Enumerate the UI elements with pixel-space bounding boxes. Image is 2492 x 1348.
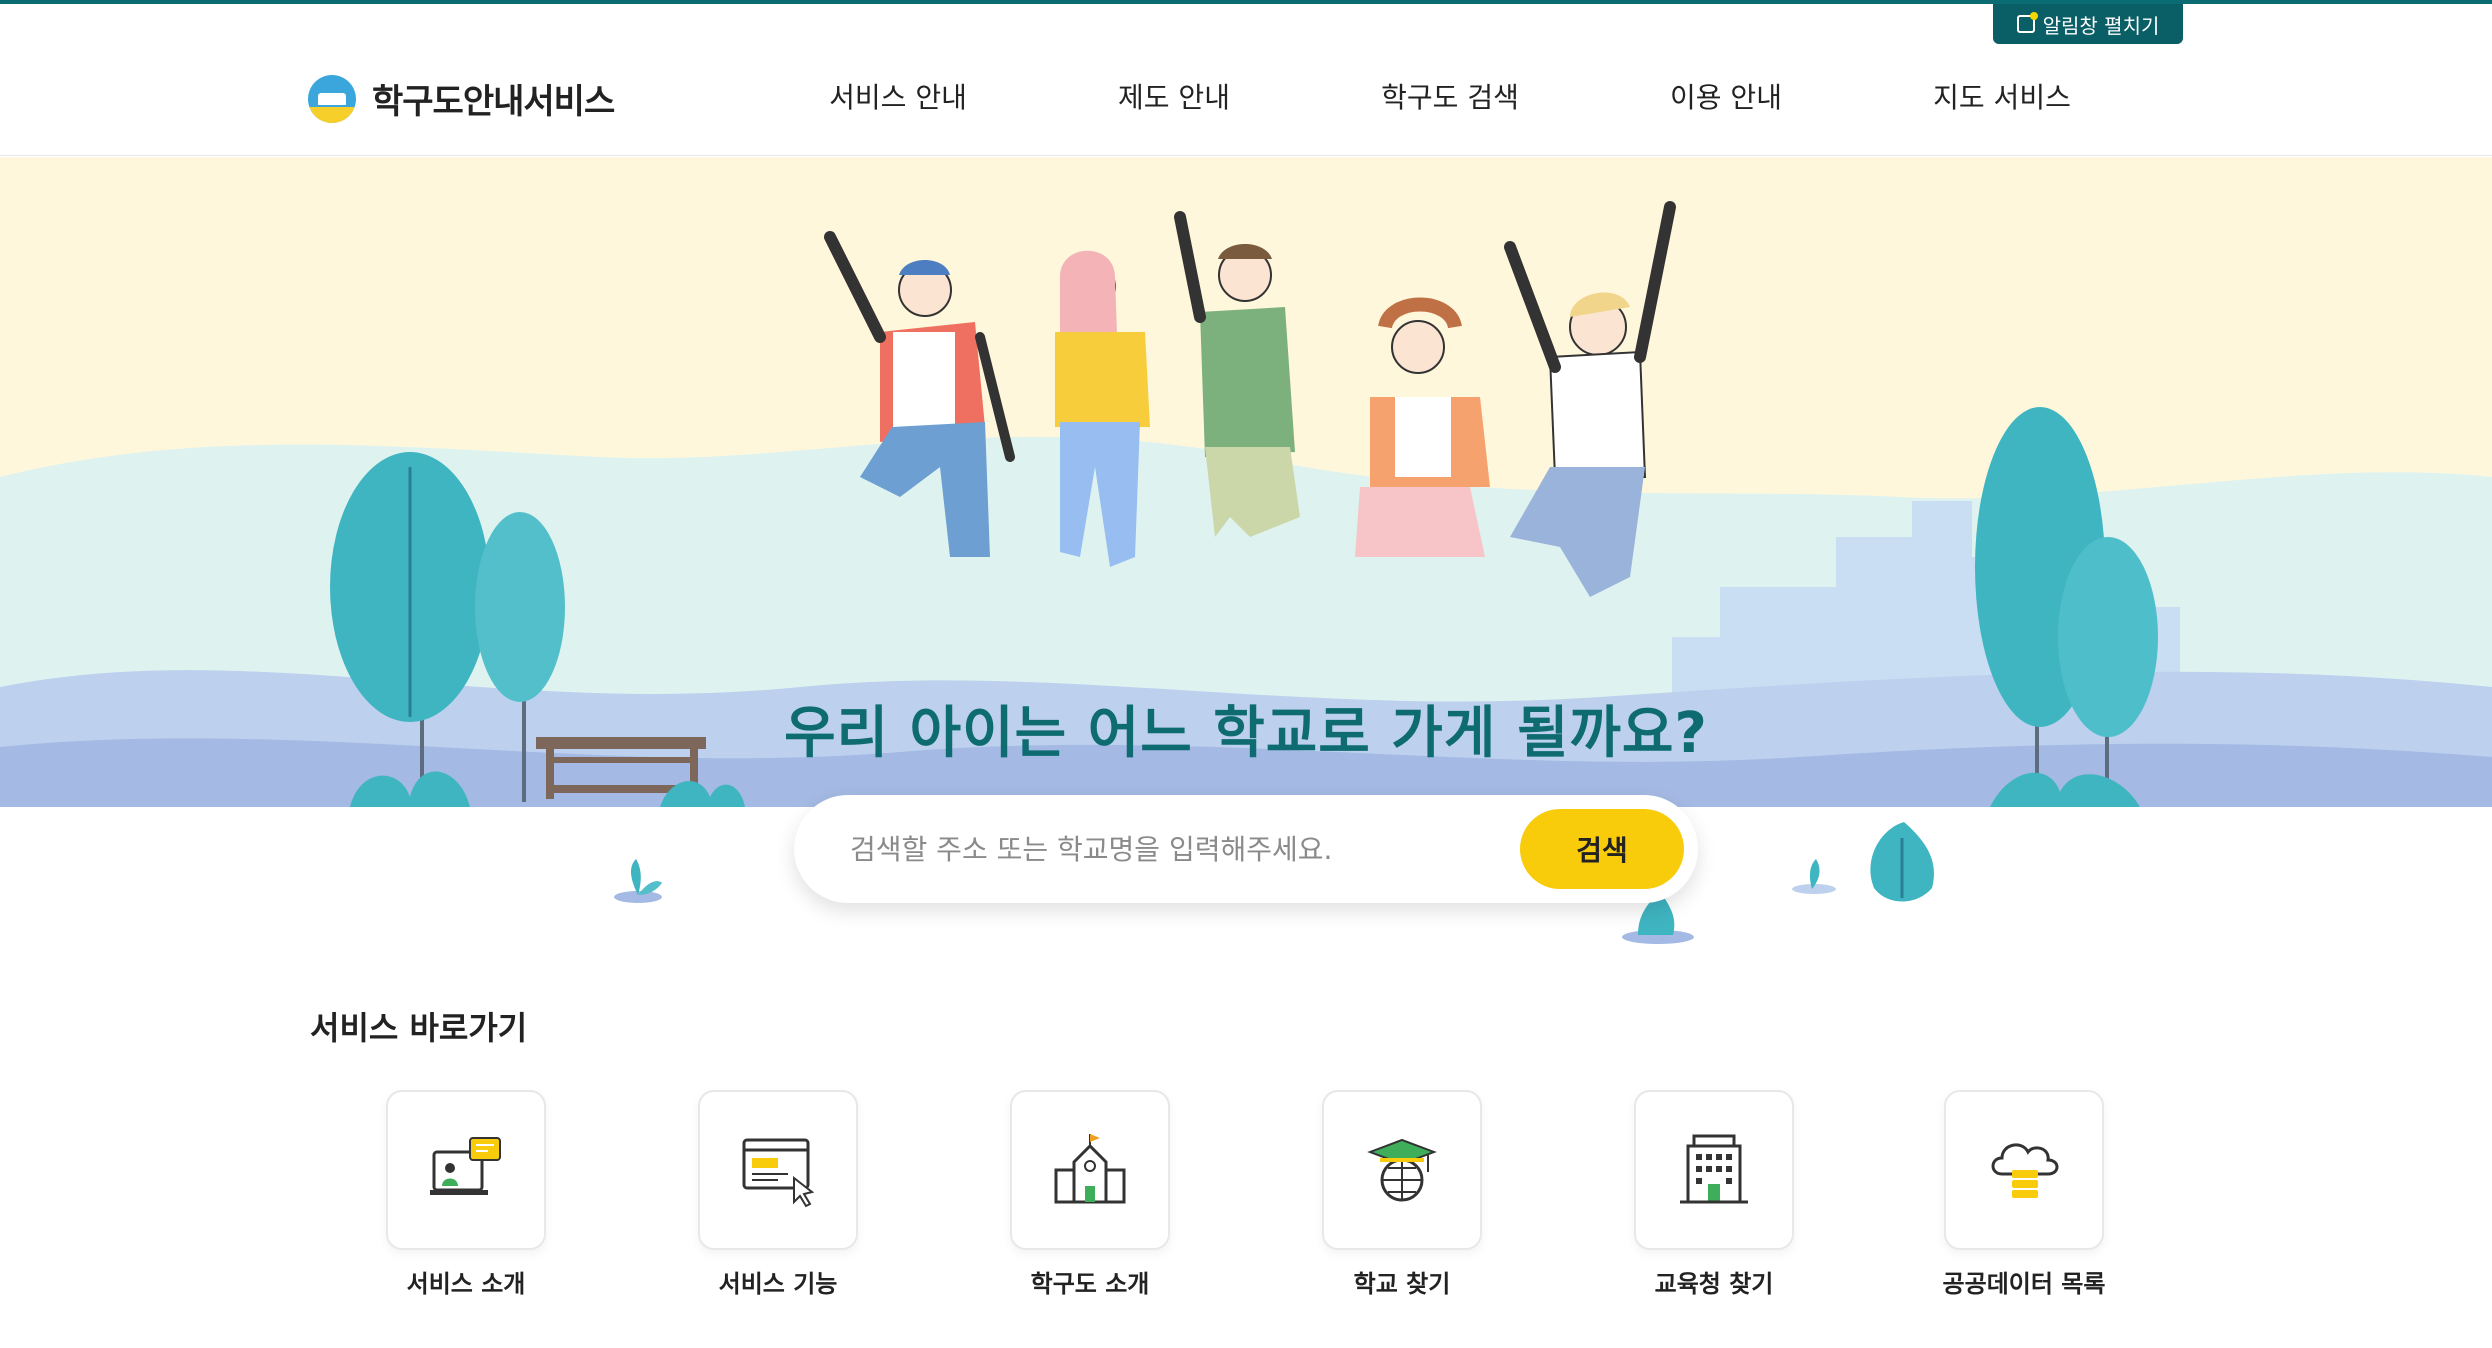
shortcut-label: 교육청 찾기 bbox=[1654, 1270, 1774, 1298]
deco-plant-icon bbox=[614, 859, 662, 903]
school-building-icon bbox=[1054, 1134, 1126, 1204]
graduation-globe-icon bbox=[1367, 1138, 1437, 1202]
site-logo[interactable]: 학구도안내서비스 bbox=[308, 74, 615, 123]
hero-title: 우리 아이는 어느 학교로 가게 될까요? bbox=[784, 701, 1708, 766]
shortcut-label: 서비스 기능 bbox=[718, 1270, 838, 1298]
shortcut-label: 서비스 소개 bbox=[406, 1270, 526, 1298]
shortcut-district-intro[interactable]: 학구도 소개 bbox=[1010, 1090, 1170, 1299]
service-shortcuts: 서비스 소개 서비스 기능 학구도 소개 학교 찾기 교육청 찾기 공공데이터 … bbox=[386, 1090, 2106, 1310]
shortcuts-title: 서비스 바로가기 bbox=[310, 1009, 528, 1047]
shortcut-find-school[interactable]: 학교 찾기 bbox=[1322, 1090, 1482, 1299]
presentation-icon bbox=[430, 1137, 501, 1195]
notice-icon bbox=[2016, 12, 2038, 33]
shortcut-public-data[interactable]: 공공데이터 목록 bbox=[1943, 1090, 2105, 1299]
shortcut-card[interactable] bbox=[1634, 1090, 1794, 1250]
shortcut-label: 학구도 소개 bbox=[1030, 1270, 1150, 1298]
shortcut-card[interactable] bbox=[1944, 1090, 2104, 1250]
search-bar: 검색 bbox=[794, 795, 1698, 903]
browser-click-icon bbox=[742, 1138, 815, 1208]
nav-usage-guide[interactable]: 이용 안내 bbox=[1588, 76, 1864, 116]
office-building-icon bbox=[1680, 1134, 1748, 1204]
deco-bush-icon bbox=[1870, 822, 1934, 902]
notice-toggle-button[interactable]: 알림창 펼치기 bbox=[1993, 4, 2183, 44]
shortcut-label: 학교 찾기 bbox=[1353, 1270, 1451, 1298]
shortcut-card[interactable] bbox=[1010, 1090, 1170, 1250]
shortcut-label: 공공데이터 목록 bbox=[1942, 1270, 2106, 1298]
search-input[interactable] bbox=[850, 832, 1490, 866]
logo-emblem-icon bbox=[308, 74, 356, 123]
nav-system-guide[interactable]: 제도 안내 bbox=[1036, 76, 1312, 116]
deco-sprout-icon bbox=[1792, 859, 1836, 894]
main-nav: 서비스 안내 제도 안내 학구도 검색 이용 안내 지도 서비스 bbox=[760, 76, 2140, 116]
shortcut-find-office[interactable]: 교육청 찾기 bbox=[1634, 1090, 1794, 1299]
nav-map-service[interactable]: 지도 서비스 bbox=[1864, 76, 2140, 116]
search-button[interactable]: 검색 bbox=[1520, 809, 1684, 889]
shortcut-service-features[interactable]: 서비스 기능 bbox=[698, 1090, 858, 1299]
nav-service-guide[interactable]: 서비스 안내 bbox=[760, 76, 1036, 116]
shortcut-card[interactable] bbox=[386, 1090, 546, 1250]
site-name: 학구도안내서비스 bbox=[372, 82, 615, 122]
notice-toggle-label: 알림창 펼치기 bbox=[2042, 13, 2160, 38]
shortcut-card[interactable] bbox=[698, 1090, 858, 1250]
shortcut-card[interactable] bbox=[1322, 1090, 1482, 1250]
nav-district-search[interactable]: 학구도 검색 bbox=[1312, 76, 1588, 116]
cloud-database-icon bbox=[1991, 1143, 2059, 1198]
shortcut-service-intro[interactable]: 서비스 소개 bbox=[386, 1090, 546, 1299]
